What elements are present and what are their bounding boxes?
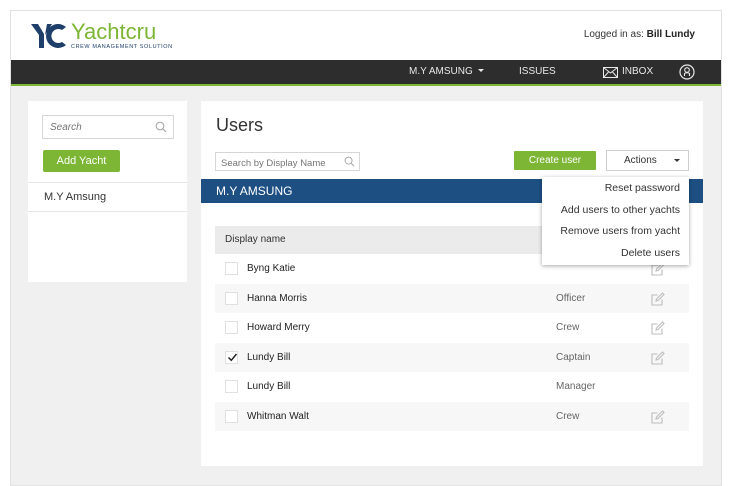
menu-item-remove-from-yacht[interactable]: Remove users from yacht	[542, 221, 689, 243]
add-yacht-button[interactable]: Add Yacht	[43, 150, 120, 172]
yachtcru-logo[interactable]: Yachtcru CREW MANAGEMENT SOLUTION	[29, 20, 173, 52]
users-panel: Users Create user Actions M.Y AMSUNG Dis…	[201, 101, 703, 466]
menu-item-reset-password[interactable]: Reset password	[542, 178, 689, 200]
yacht-sidebar: Add Yacht M.Y Amsung	[28, 101, 187, 282]
sidebar-item-yacht[interactable]: M.Y Amsung	[28, 182, 187, 212]
row-checkbox[interactable]	[225, 380, 238, 393]
menu-item-delete-users[interactable]: Delete users	[542, 243, 689, 265]
user-role: Officer	[556, 292, 586, 304]
search-icon[interactable]	[344, 156, 355, 167]
app-frame: Yachtcru CREW MANAGEMENT SOLUTION Logged…	[10, 10, 722, 486]
edit-icon[interactable]	[651, 409, 665, 424]
user-display-name: Lundy Bill	[247, 351, 291, 363]
user-display-name: Howard Merry	[247, 322, 310, 333]
caret-down-icon	[674, 159, 680, 162]
logged-in-user: Bill Lundy	[646, 29, 695, 40]
row-checkbox[interactable]	[225, 262, 238, 275]
nav-inbox-label: INBOX	[622, 66, 654, 77]
row-checkbox[interactable]	[225, 291, 238, 305]
user-search-input[interactable]	[216, 155, 341, 172]
sidebar-search	[42, 115, 174, 139]
table-row[interactable]: Hanna Morris Officer	[215, 283, 689, 313]
main-navbar: M.Y AMSUNG ISSUES INBOX	[11, 60, 721, 86]
user-display-name: Byng Katie	[247, 263, 296, 274]
top-header: Yachtcru CREW MANAGEMENT SOLUTION Logged…	[11, 11, 721, 60]
checkmark-icon	[227, 353, 238, 361]
nav-yacht-dropdown[interactable]: M.Y AMSUNG	[409, 60, 484, 84]
row-checkbox[interactable]	[225, 321, 238, 334]
logo-name: Yachtcru	[71, 19, 157, 44]
actions-dropdown-button[interactable]: Actions	[606, 150, 689, 171]
user-role: Crew	[556, 410, 580, 422]
logo-text: Yachtcru CREW MANAGEMENT SOLUTION	[71, 21, 173, 51]
row-checkbox[interactable]	[225, 409, 238, 423]
logo-tagline: CREW MANAGEMENT SOLUTION	[71, 44, 173, 50]
envelope-icon	[603, 66, 618, 78]
nav-yacht-label: M.Y AMSUNG	[409, 66, 473, 77]
user-search	[215, 152, 360, 172]
user-display-name: Lundy Bill	[247, 381, 291, 392]
login-info: Logged in as: Bill Lundy	[584, 29, 695, 40]
create-user-button[interactable]: Create user	[514, 151, 596, 170]
user-display-name: Whitman Walt	[247, 410, 309, 422]
user-role: Captain	[556, 351, 591, 363]
user-display-name: Hanna Morris	[247, 292, 308, 304]
yc-logo-mark	[31, 24, 66, 48]
row-checkbox-checked[interactable]	[225, 350, 238, 364]
actions-dropdown-menu: Reset password Add users to other yachts…	[542, 177, 689, 265]
table-row[interactable]: Whitman Walt Crew	[215, 401, 689, 431]
logged-in-label: Logged in as:	[583, 29, 644, 40]
edit-icon[interactable]	[651, 321, 665, 335]
nav-issues[interactable]: ISSUES	[519, 60, 556, 84]
table-row[interactable]: Lundy Bill Manager	[215, 372, 689, 402]
actions-label: Actions	[624, 155, 657, 166]
user-role: Crew	[556, 322, 580, 333]
user-profile-icon[interactable]	[679, 64, 695, 80]
chevron-down-icon	[477, 68, 484, 72]
page-title: Users	[216, 115, 264, 135]
table-row[interactable]: Howard Merry Crew	[215, 313, 689, 343]
sidebar-search-input[interactable]	[43, 116, 148, 138]
edit-icon[interactable]	[651, 291, 665, 306]
nav-inbox[interactable]: INBOX	[603, 60, 653, 84]
search-icon[interactable]	[155, 121, 167, 133]
table-row[interactable]: Lundy Bill Captain	[215, 342, 689, 372]
user-role: Manager	[556, 381, 596, 392]
edit-icon[interactable]	[651, 350, 665, 365]
menu-item-add-to-other-yachts[interactable]: Add users to other yachts	[542, 200, 689, 222]
